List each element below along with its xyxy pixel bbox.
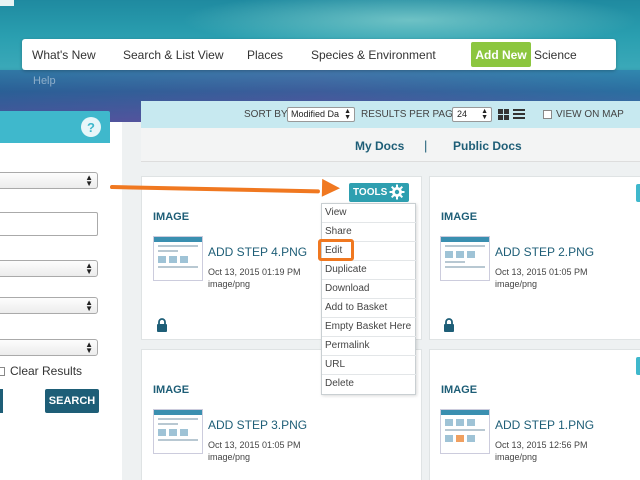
list-view-icon[interactable] [513,109,525,120]
select-arrows-icon: ▲ ▼ [481,108,488,121]
nav-species-environment[interactable]: Species & Environment [311,48,436,62]
clear-results-checkbox[interactable] [0,366,5,376]
lock-icon [444,318,454,332]
card-title[interactable]: ADD STEP 3.PNG [208,418,307,432]
tab-my-docs[interactable]: My Docs [355,139,404,153]
nav-search-list-view[interactable]: Search & List View [123,48,224,62]
nav-help[interactable]: Help [33,75,56,87]
nav-whats-new[interactable]: What's New [32,48,96,62]
card-type: IMAGE [441,384,478,396]
card-type: IMAGE [441,211,478,223]
menu-item-delete[interactable]: Delete [322,375,417,394]
menu-item-add-to-basket[interactable]: Add to Basket [322,299,417,318]
menu-item-permalink[interactable]: Permalink [322,337,417,356]
view-on-map-label: VIEW ON MAP [556,109,624,120]
nav-science[interactable]: Science [534,48,577,62]
main-nav: What's New Search & List View Places Spe… [22,39,616,70]
results-per-page-label: RESULTS PER PAGE [361,109,460,120]
card-mime-type: image/png [495,279,538,289]
card-mime-type: image/png [208,279,251,289]
gear-icon [389,184,405,200]
help-icon[interactable]: ? [81,117,101,137]
card-thumbnail[interactable] [153,409,203,454]
reset-button-fragment[interactable] [0,389,3,413]
filter-select-4[interactable]: ▲ ▼ [0,339,98,356]
card-date: Oct 13, 2015 01:19 PM [208,267,301,277]
select-arrows-icon: ▲ ▼ [85,173,93,188]
card-date: Oct 13, 2015 01:05 PM [208,440,301,450]
view-on-map-checkbox[interactable] [543,110,552,119]
menu-item-url[interactable]: URL [322,356,417,375]
results-per-page-value: 24 [457,109,468,119]
tools-button-edge[interactable] [636,357,640,375]
select-arrows-icon: ▲ ▼ [85,261,93,276]
tools-button-edge[interactable] [636,184,640,202]
tools-menu: View Share Edit Duplicate Download Add t… [321,203,417,395]
clear-results-label: Clear Results [10,364,83,378]
lock-icon [157,318,167,332]
sort-by-label: SORT BY [244,109,288,120]
menu-item-empty-basket-here[interactable]: Empty Basket Here [322,318,417,337]
card-date: Oct 13, 2015 12:56 PM [495,440,588,450]
select-arrows-icon: ▲ ▼ [85,298,93,313]
card-type: IMAGE [153,211,190,223]
card-title[interactable]: ADD STEP 4.PNG [208,245,307,259]
select-arrows-icon: ▲ ▼ [85,340,93,355]
card-thumbnail[interactable] [440,236,490,281]
clear-results-option[interactable]: Clear Results [0,364,82,378]
tab-public-docs[interactable]: Public Docs [453,139,522,153]
menu-item-view[interactable]: View [322,204,417,223]
filter-text-input[interactable] [0,212,98,236]
grid-view-icon[interactable] [498,109,509,120]
nav-places[interactable]: Places [247,48,283,62]
logo-fragment [0,0,14,6]
card-title[interactable]: ADD STEP 2.PNG [495,245,594,259]
search-button[interactable]: SEARCH [45,389,99,413]
annotation-arrow-head-icon [321,178,341,198]
select-arrows-icon: ▲ ▼ [344,108,351,121]
card-thumbnail[interactable] [440,409,490,454]
tools-label: TOOLS [353,187,388,198]
card-type: IMAGE [153,384,190,396]
tools-button[interactable]: TOOLS [349,183,409,202]
sort-select[interactable]: Modified Da ▲ ▼ [287,107,355,122]
menu-item-download[interactable]: Download [322,280,417,299]
filter-select-3[interactable]: ▲ ▼ [0,297,98,314]
filter-select-1[interactable]: ▲ ▼ [0,172,98,189]
menu-item-duplicate[interactable]: Duplicate [322,261,417,280]
card-title[interactable]: ADD STEP 1.PNG [495,418,594,432]
results-toolbar: SORT BY Modified Da ▲ ▼ RESULTS PER PAGE … [141,101,640,128]
results-per-page-select[interactable]: 24 ▲ ▼ [452,107,492,122]
card-date: Oct 13, 2015 01:05 PM [495,267,588,277]
nav-add-new-button[interactable]: Add New [471,42,531,67]
card-mime-type: image/png [208,452,251,462]
card-thumbnail[interactable] [153,236,203,281]
tab-separator: | [424,138,428,153]
sort-select-value: Modified Da [291,109,340,119]
card-mime-type: image/png [495,452,538,462]
filter-select-2[interactable]: ▲ ▼ [0,260,98,277]
docs-tabs: My Docs | Public Docs [141,128,640,162]
edit-highlight-box [318,239,354,261]
